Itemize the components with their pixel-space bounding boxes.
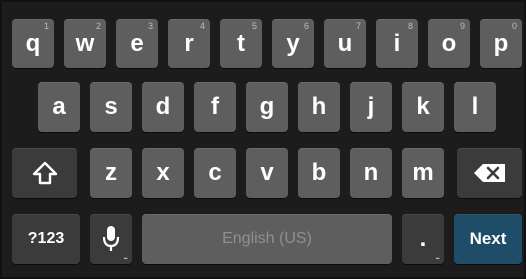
key-label: t: [237, 29, 245, 57]
key-label: u: [337, 29, 353, 57]
key-t[interactable]: t 5: [220, 19, 262, 68]
delete-key[interactable]: [457, 148, 522, 198]
key-label: a: [52, 93, 66, 120]
key-hint: 9: [459, 21, 465, 31]
key-m[interactable]: m: [402, 148, 444, 198]
key-label: d: [155, 93, 171, 120]
key-label: w: [75, 29, 95, 57]
key-h[interactable]: h: [298, 82, 340, 132]
key-q[interactable]: q 1: [12, 19, 54, 68]
key-hint: 2: [95, 21, 101, 31]
key-b[interactable]: b: [298, 148, 340, 198]
space-bar-language-label: English (US): [222, 230, 312, 247]
key-x[interactable]: x: [142, 148, 184, 198]
key-label: q: [25, 29, 41, 57]
key-i[interactable]: i 8: [376, 19, 418, 68]
key-label: c: [208, 159, 222, 186]
key-hint: 1: [43, 21, 49, 31]
key-label: k: [416, 93, 430, 120]
key-label: i: [393, 29, 401, 57]
key-n[interactable]: n: [350, 148, 392, 198]
voice-input-key[interactable]: ...: [90, 214, 132, 264]
key-a[interactable]: a: [38, 82, 80, 132]
key-hint: 6: [303, 21, 309, 31]
backspace-icon: [473, 164, 505, 182]
key-u[interactable]: u 7: [324, 19, 366, 68]
next-label: Next: [469, 229, 507, 248]
key-label: n: [363, 159, 379, 186]
key-hint: 8: [407, 21, 413, 31]
shift-key[interactable]: [12, 148, 77, 198]
microphone-icon: [102, 226, 120, 251]
key-label: l: [471, 93, 479, 120]
key-p[interactable]: p 0: [480, 19, 522, 68]
key-label: f: [211, 93, 219, 120]
symbols-key[interactable]: ?123: [12, 214, 80, 264]
key-label: y: [286, 29, 300, 57]
key-label: v: [260, 159, 274, 186]
space-bar[interactable]: English (US): [142, 214, 392, 264]
key-g[interactable]: g: [246, 82, 288, 132]
key-label: s: [104, 93, 118, 120]
key-hint: 4: [199, 21, 205, 31]
voice-key-more-dots: ...: [123, 252, 128, 261]
key-v[interactable]: v: [246, 148, 288, 198]
key-hint: 7: [355, 21, 361, 31]
key-e[interactable]: e 3: [116, 19, 158, 68]
period-key-more-dots: ...: [435, 252, 440, 261]
key-label: x: [156, 159, 170, 186]
key-j[interactable]: j: [350, 82, 392, 132]
key-hint: 0: [511, 21, 517, 31]
key-label: p: [493, 29, 509, 57]
key-label: z: [105, 159, 117, 186]
key-l[interactable]: l: [454, 82, 496, 132]
key-k[interactable]: k: [402, 82, 444, 132]
key-s[interactable]: s: [90, 82, 132, 132]
key-label: e: [130, 29, 144, 57]
key-z[interactable]: z: [90, 148, 132, 198]
key-c[interactable]: c: [194, 148, 236, 198]
key-d[interactable]: d: [142, 82, 184, 132]
key-r[interactable]: r 4: [168, 19, 210, 68]
key-label: r: [184, 29, 194, 57]
key-o[interactable]: o 9: [428, 19, 470, 68]
period-label: .: [419, 225, 427, 252]
key-f[interactable]: f: [194, 82, 236, 132]
key-label: j: [367, 93, 375, 120]
key-label: h: [311, 93, 327, 120]
period-key[interactable]: . ...: [402, 214, 444, 264]
soft-keyboard: q 1 w 2 e 3 r 4 t 5 y 6 u 7 i 8 o 9 p 0 …: [0, 0, 526, 279]
symbols-label: ?123: [27, 230, 65, 247]
key-hint: 3: [147, 21, 153, 31]
key-label: o: [441, 29, 457, 57]
key-label: g: [259, 93, 275, 120]
key-label: b: [311, 159, 327, 186]
next-button[interactable]: Next: [454, 214, 522, 264]
shift-icon: [32, 161, 57, 185]
key-w[interactable]: w 2: [64, 19, 106, 68]
key-y[interactable]: y 6: [272, 19, 314, 68]
key-label: m: [412, 159, 434, 186]
key-hint: 5: [251, 21, 257, 31]
